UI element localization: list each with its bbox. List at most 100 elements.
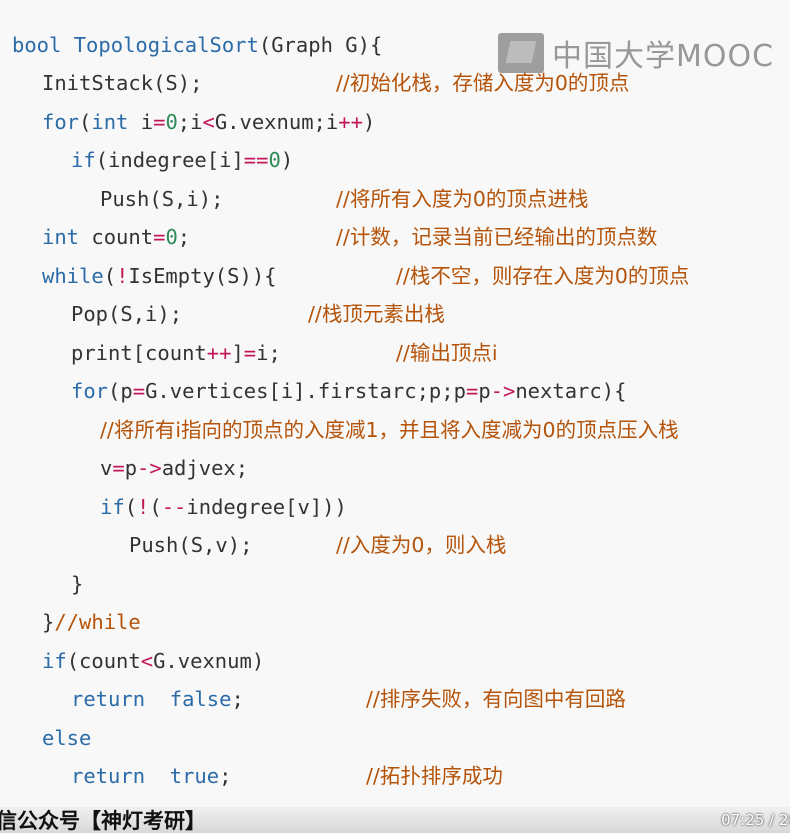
operator: = bbox=[465, 379, 479, 403]
operator: ! bbox=[116, 264, 129, 288]
code-text: Pop(S,i); bbox=[71, 302, 183, 326]
code-comment-6: //计数，记录当前已经输出的顶点数 bbox=[336, 225, 658, 249]
code-panel: bool TopologicalSort(Graph G){ InitStack… bbox=[0, 22, 790, 822]
operator: ! bbox=[137, 495, 150, 519]
mooc-watermark: 中国大学MOOC bbox=[498, 30, 774, 76]
code-comment-18: //排序失败，有向图中有回路 bbox=[366, 687, 626, 711]
caption-text: 信公众号【神灯考研】 bbox=[0, 809, 206, 833]
code-line-13: if(!(--indegree[v])) bbox=[100, 492, 347, 522]
code-comment-5: //将所有入度为0的顶点进栈 bbox=[336, 187, 589, 211]
code-line-18: return false; bbox=[71, 684, 244, 714]
code-text: ;i bbox=[177, 110, 203, 134]
video-frame: bool TopologicalSort(Graph G){ InitStack… bbox=[0, 0, 790, 833]
code-text: nextarc){ bbox=[515, 379, 627, 403]
operator: -> bbox=[490, 379, 516, 403]
keyword: else bbox=[42, 726, 92, 750]
code-text: ( bbox=[79, 110, 92, 134]
code-text: ) bbox=[280, 148, 294, 172]
keyword: true bbox=[169, 764, 220, 788]
operator: -- bbox=[161, 495, 187, 519]
operator: = bbox=[153, 110, 166, 134]
code-comment-8: //栈顶元素出栈 bbox=[308, 302, 445, 326]
operator: ++ bbox=[338, 110, 363, 134]
keyword: while bbox=[42, 264, 104, 288]
code-text: indegree[v])) bbox=[186, 495, 347, 519]
code-comment-11: //将所有i指向的顶点的入度减1，并且将入度减为0的顶点压入栈 bbox=[100, 418, 679, 442]
code-text: Push(S,i); bbox=[100, 187, 224, 211]
code-text: G.vexnum) bbox=[153, 649, 265, 673]
code-line-4: if(indegree[i]==0) bbox=[71, 145, 293, 175]
operator: = bbox=[243, 341, 257, 365]
keyword: bool bbox=[12, 33, 62, 57]
code-text: count bbox=[79, 225, 154, 249]
code-text: p bbox=[124, 456, 138, 480]
code-line-16: }//while bbox=[42, 607, 141, 637]
code-line-5: Push(S,i); bbox=[100, 184, 223, 214]
code-text: (indegree[i] bbox=[95, 148, 244, 172]
keyword: if bbox=[42, 649, 67, 673]
code-comment-16: //while bbox=[54, 610, 141, 634]
code-line-8: Pop(S,i); bbox=[71, 299, 182, 329]
operator: = bbox=[153, 225, 166, 249]
code-text: } bbox=[71, 572, 84, 596]
keyword: return bbox=[71, 687, 146, 711]
code-text: ) bbox=[362, 110, 376, 134]
function-name: TopologicalSort bbox=[73, 33, 259, 57]
code-text: i; bbox=[256, 341, 281, 365]
code-text: G.vertices[i].firstarc;p;p bbox=[145, 379, 466, 403]
keyword: int bbox=[91, 110, 129, 134]
code-text: IsEmpty(S)){ bbox=[128, 264, 277, 288]
code-text: ] bbox=[231, 341, 244, 365]
operator: < bbox=[202, 110, 215, 134]
code-line-12: v=p->adjvex; bbox=[100, 453, 248, 483]
video-timecode: 07:25 / 20 bbox=[721, 811, 790, 829]
code-text: } bbox=[42, 610, 55, 634]
watermark-text: 中国大学MOOC bbox=[552, 39, 775, 74]
code-line-14: Push(S,v); bbox=[129, 530, 252, 560]
code-comment-20: //拓扑排序成功 bbox=[366, 764, 503, 788]
code-text: p bbox=[478, 379, 491, 403]
code-line-20: return true; bbox=[71, 761, 231, 791]
number: 0 bbox=[268, 148, 281, 172]
code-line-10: for(p=G.vertices[i].firstarc;p;p=p->next… bbox=[71, 376, 626, 406]
code-text: G.vexnum;i bbox=[214, 110, 339, 134]
keyword: return bbox=[71, 764, 146, 788]
keyword: false bbox=[169, 687, 232, 711]
keyword: for bbox=[42, 110, 80, 134]
operator: < bbox=[140, 649, 154, 673]
code-line-2: InitStack(S); bbox=[42, 68, 202, 98]
operator: = bbox=[132, 379, 146, 403]
keyword: if bbox=[71, 148, 96, 172]
code-line-9: print[count++]=i; bbox=[71, 338, 281, 368]
code-line-6: int count=0; bbox=[42, 222, 190, 252]
code-text: ; bbox=[177, 225, 191, 249]
operator: = bbox=[112, 456, 125, 480]
code-comment-14: //入度为0，则入栈 bbox=[336, 533, 507, 557]
code-text: v bbox=[100, 456, 113, 480]
code-text: (Graph G){ bbox=[258, 33, 383, 57]
code-line-7: while(!IsEmpty(S)){ bbox=[42, 261, 277, 291]
code-line-17: if(count<G.vexnum) bbox=[42, 646, 264, 676]
code-text: (count bbox=[66, 649, 141, 673]
code-text: print[count bbox=[71, 341, 207, 365]
keyword: int bbox=[42, 225, 80, 249]
code-line-3: for(int i=0;i<G.vexnum;i++) bbox=[42, 107, 375, 137]
code-text: ( bbox=[149, 495, 162, 519]
code-text: InitStack(S); bbox=[42, 71, 203, 95]
code-text: ; bbox=[219, 764, 232, 788]
code-text: Push(S,v); bbox=[129, 533, 253, 557]
mooc-logo-icon bbox=[498, 33, 544, 73]
code-line-15: } bbox=[71, 569, 83, 599]
keyword: if bbox=[100, 495, 125, 519]
code-text: adjvex; bbox=[161, 456, 249, 480]
operator: == bbox=[243, 148, 269, 172]
keyword: for bbox=[71, 379, 109, 403]
number: 0 bbox=[165, 225, 178, 249]
code-comment-7: //栈不空，则存在入度为0的顶点 bbox=[396, 264, 690, 288]
code-text: ( bbox=[124, 495, 138, 519]
number: 0 bbox=[165, 110, 178, 134]
code-line-19: else bbox=[42, 723, 91, 753]
operator: ++ bbox=[206, 341, 232, 365]
operator: -> bbox=[137, 456, 162, 480]
code-text: (p bbox=[108, 379, 133, 403]
